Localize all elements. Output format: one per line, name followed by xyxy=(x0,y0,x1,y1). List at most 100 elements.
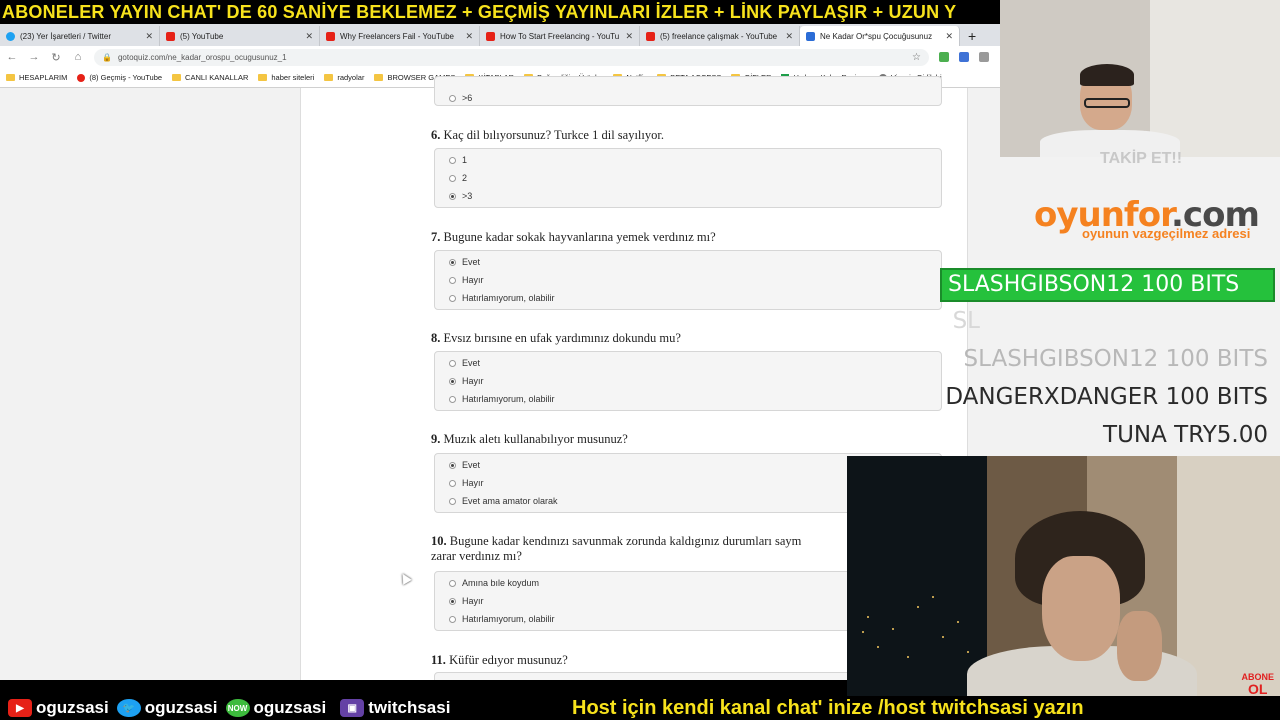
option[interactable]: Hatırlamıyorum, olabilir xyxy=(435,289,941,307)
question-text: Küfür edıyor musunuz? xyxy=(449,653,568,667)
ticker-text: ABONELER YAYIN CHAT' DE 60 SANİYE BEKLEM… xyxy=(2,2,957,22)
bookmark-radyolar[interactable]: radyolar xyxy=(324,73,364,82)
forward-icon[interactable]: → xyxy=(28,51,40,63)
option[interactable]: Hayır xyxy=(435,271,941,289)
option[interactable]: >3 xyxy=(435,187,941,205)
tab-freelance[interactable]: (5) freelance çalışmak - YouTube ✕ xyxy=(640,26,800,46)
youtube-icon xyxy=(166,31,175,41)
question-6: 6. Kaç dil bılıyorsunuz? Turkce 1 dil sa… xyxy=(431,128,931,143)
bookmark-haber[interactable]: haber siteleri xyxy=(258,73,314,82)
tab-label: (5) YouTube xyxy=(180,31,224,41)
option-label: Evet xyxy=(462,257,481,267)
top-ticker: ABONELER YAYIN CHAT' DE 60 SANİYE BEKLEM… xyxy=(0,0,1000,24)
radio-selected-icon[interactable] xyxy=(449,377,456,385)
bookmark-label: haber siteleri xyxy=(271,73,315,82)
new-tab-icon[interactable]: + xyxy=(960,26,984,46)
option-label: Evet xyxy=(462,358,481,368)
bookmark-label: CANLI KANALLAR xyxy=(185,73,249,82)
tab-bar: (23) Yer İşaretleri / Twitter ✕ (5) YouTu… xyxy=(0,24,1000,46)
extension-icon[interactable] xyxy=(979,52,989,62)
folder-icon xyxy=(6,74,15,81)
close-icon[interactable]: ✕ xyxy=(145,31,153,42)
option-prev[interactable]: >6 xyxy=(435,89,941,107)
browser-toolbar: ← → ↻ ⌂ 🔒 gotoquiz.com/ne_kadar_orospu_o… xyxy=(0,46,1000,68)
webcam-wall xyxy=(1150,0,1280,157)
curtain xyxy=(1177,456,1280,700)
radio-icon[interactable] xyxy=(449,395,456,403)
extension-icon[interactable] xyxy=(959,52,969,62)
glasses-icon xyxy=(1084,98,1130,108)
question-number: 8. xyxy=(431,331,441,345)
option-label: Hayır xyxy=(462,376,484,386)
close-icon[interactable]: ✕ xyxy=(465,31,473,42)
home-icon[interactable]: ⌂ xyxy=(72,51,84,63)
radio-icon[interactable] xyxy=(449,359,456,367)
donor-line: TUNA TRY5.00 xyxy=(1103,422,1268,448)
radio-icon[interactable] xyxy=(449,615,456,623)
question-text: Bugune kadar kendınızı savunmak zorunda … xyxy=(449,534,802,548)
option[interactable]: Hayır xyxy=(435,372,941,390)
radio-icon[interactable] xyxy=(449,579,456,587)
tab-why-freelancers[interactable]: Why Freelancers Fail - YouTube ✕ xyxy=(320,26,480,46)
handle-text: oguzsasi xyxy=(36,698,109,717)
night-window xyxy=(847,456,987,700)
option-label: Evet ama amator olarak xyxy=(462,496,558,506)
reload-icon[interactable]: ↻ xyxy=(50,51,62,64)
question-text: Muzık aletı kullanabılıyor musunuz? xyxy=(443,432,628,446)
webcam-hair xyxy=(1080,64,1134,86)
radio-icon[interactable] xyxy=(449,276,456,284)
bookmark-label: HESAPLARIM xyxy=(19,73,68,82)
radio-icon[interactable] xyxy=(449,156,456,164)
radio-icon[interactable] xyxy=(449,479,456,487)
close-icon[interactable]: ✕ xyxy=(785,31,793,42)
back-icon[interactable]: ← xyxy=(6,51,18,63)
tab-quiz[interactable]: Ne Kadar Or*spu Çocuğusunuz ✕ xyxy=(800,26,960,46)
stream-frame: ABONELER YAYIN CHAT' DE 60 SANİYE BEKLEM… xyxy=(0,0,1280,720)
radio-icon[interactable] xyxy=(449,174,456,182)
faded-follow-text: TAKİP ET!! xyxy=(1100,150,1183,167)
tab-twitter[interactable]: (23) Yer İşaretleri / Twitter ✕ xyxy=(0,26,160,46)
radio-icon[interactable] xyxy=(449,497,456,505)
option-label: Hayır xyxy=(462,596,484,606)
webcam-main: ABONE OL xyxy=(847,456,1280,700)
handle-text: twitchsasi xyxy=(368,698,451,717)
option[interactable]: Hatırlamıyorum, olabilir xyxy=(435,390,941,408)
radio-icon[interactable] xyxy=(449,294,456,302)
folder-icon xyxy=(172,74,182,81)
question-text: Bugune kadar sokak hayvanlarına yemek ve… xyxy=(443,230,716,244)
radio-selected-icon[interactable] xyxy=(449,597,456,605)
radio-selected-icon[interactable] xyxy=(449,192,456,200)
bookmark-hesaplarim[interactable]: HESAPLARIM xyxy=(6,73,67,82)
option-label: 2 xyxy=(462,173,468,183)
option[interactable]: 1 xyxy=(435,151,941,169)
option-label: Hatırlamıyorum, olabilir xyxy=(462,614,555,624)
bookmark-canli-kanallar[interactable]: CANLI KANALLAR xyxy=(172,73,248,82)
address-bar[interactable]: 🔒 gotoquiz.com/ne_kadar_orospu_ocugusunu… xyxy=(94,48,929,66)
now-handle: NOW oguzsasi xyxy=(225,698,326,718)
question-number: 9. xyxy=(431,432,441,446)
twitter-icon: 🐦 xyxy=(116,699,141,717)
close-icon[interactable]: ✕ xyxy=(625,31,633,42)
close-icon[interactable]: ✕ xyxy=(945,31,953,42)
close-icon[interactable]: ✕ xyxy=(305,31,313,42)
option-label: Hayır xyxy=(462,275,484,285)
star-icon[interactable]: ☆ xyxy=(912,52,921,63)
tab-how-to-start[interactable]: How To Start Freelancing - YouTu ✕ xyxy=(480,26,640,46)
option-label: Amına bıle koydum xyxy=(462,578,540,588)
extension-icon[interactable] xyxy=(939,52,949,62)
question-9: 9. Muzık aletı kullanabılıyor musunuz? xyxy=(431,432,931,447)
streamer-hand xyxy=(1117,611,1162,681)
option[interactable]: Evet xyxy=(435,354,941,372)
option[interactable]: 2 xyxy=(435,169,941,187)
url-text: gotoquiz.com/ne_kadar_orospu_ocugusunuz_… xyxy=(117,52,287,62)
lock-icon: 🔒 xyxy=(102,52,112,62)
question-number: 10. xyxy=(431,534,447,548)
option[interactable]: Evet xyxy=(435,253,941,271)
radio-selected-icon[interactable] xyxy=(449,258,456,266)
tab-youtube[interactable]: (5) YouTube ✕ xyxy=(160,26,320,46)
option-label: >3 xyxy=(462,191,473,201)
radio-selected-icon[interactable] xyxy=(449,461,456,469)
folder-icon xyxy=(324,74,334,81)
radio-icon[interactable] xyxy=(449,94,456,102)
bookmark-gecmis[interactable]: (8) Geçmiş - YouTube xyxy=(77,73,162,82)
